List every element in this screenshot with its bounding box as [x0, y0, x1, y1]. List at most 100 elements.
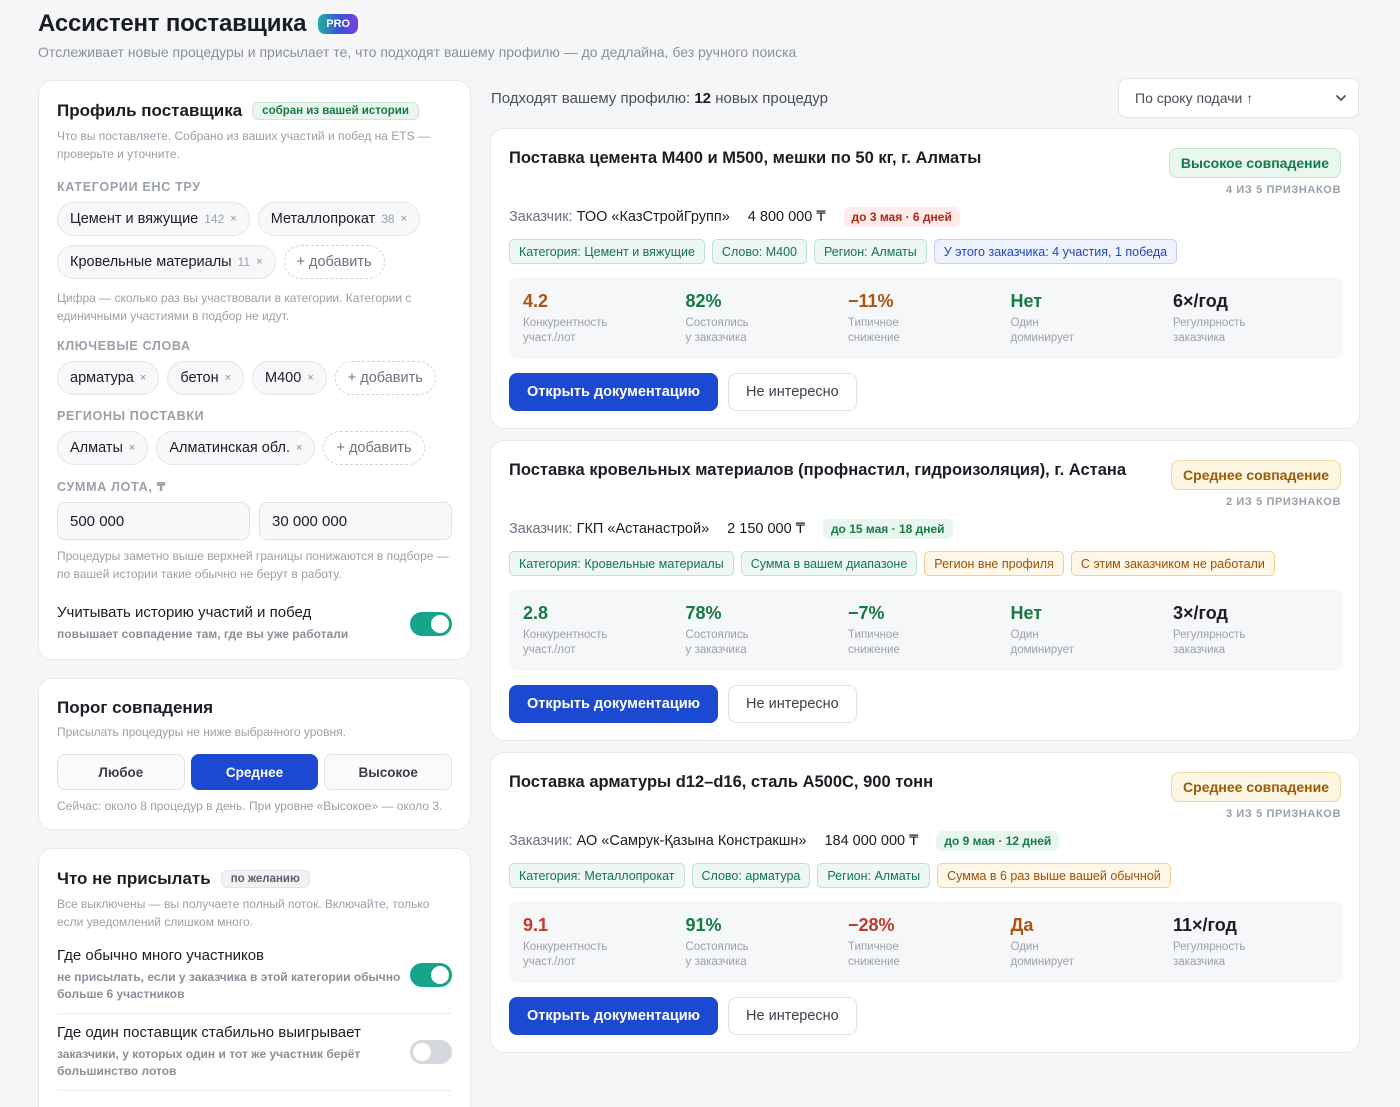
remove-icon[interactable]: × — [307, 372, 313, 384]
metric: Нет Один доминирует — [997, 277, 1160, 359]
metric: Нет Один доминирует — [997, 589, 1160, 671]
match-signs-count: 3 ИЗ 5 ПРИЗНАКОВ — [1226, 808, 1341, 820]
metric: 78% Состоялись у заказчика — [672, 589, 835, 671]
metric-label-line: заказчика — [1173, 332, 1226, 344]
customer-label: Заказчик: — [509, 209, 573, 225]
metric-label-line: участ./лот — [523, 332, 576, 344]
metric: 2.8 Конкурентность участ./лот — [509, 589, 672, 671]
threshold-card: Порог совпадения Присылать процедуры не … — [38, 678, 471, 830]
sum-range: 500 000 30 000 000 — [57, 502, 452, 540]
open-documentation-button[interactable]: Открыть документацию — [509, 685, 719, 723]
match-signs-count: 4 ИЗ 5 ПРИЗНАКОВ — [1226, 184, 1341, 196]
threshold-option-medium[interactable]: Среднее — [190, 754, 319, 790]
metric-label-line: Типичное — [848, 629, 899, 641]
page-subtitle: Отслеживает новые процедуры и присылает … — [38, 44, 797, 60]
open-documentation-button[interactable]: Открыть документацию — [509, 373, 719, 411]
exclude-item: Где один поставщик стабильно выигрывает … — [57, 1024, 452, 1091]
keyword-chip-label: бетон — [180, 370, 219, 386]
metric-value: 82% — [685, 291, 722, 311]
match-reason-tag: Слово: М400 — [711, 239, 808, 264]
procedure-title: Поставка цемента М400 и М500, мешки по 5… — [509, 149, 982, 167]
deadline-badge: до 9 мая · 12 дней — [936, 831, 1060, 851]
procedure-card: Поставка арматуры d12–d16, сталь А500С, … — [490, 752, 1360, 1053]
metric-value: −11% — [848, 291, 894, 311]
not-interested-button[interactable]: Не интересно — [728, 997, 857, 1035]
procedure-actions: Открыть документацию Не интересно — [509, 373, 857, 411]
metric-label: Один доминирует — [1011, 628, 1160, 658]
metric-label: Состоялись у заказчика — [686, 628, 835, 658]
metric-label-line: Типичное — [848, 941, 899, 953]
procedure-card: Поставка цемента М400 и М500, мешки по 5… — [490, 128, 1360, 429]
metric-label-line: Типичное — [848, 317, 899, 329]
not-interested-button[interactable]: Не интересно — [728, 373, 857, 411]
sum-min-input[interactable]: 500 000 — [57, 502, 250, 540]
metric-label-line: Конкурентность — [523, 317, 608, 329]
metric-label-line: у заказчика — [685, 332, 747, 344]
metric-value: 2.8 — [523, 603, 549, 623]
threshold-option-any[interactable]: Любое — [57, 754, 185, 790]
history-toggle[interactable] — [410, 611, 452, 636]
chevron-down-icon — [1336, 95, 1346, 101]
match-reason-tag: Регион: Алматы — [814, 239, 927, 264]
match-reason-tags: Категория: Цемент и вяжущие Слово: М400 Ре… — [509, 239, 1178, 264]
pro-badge: PRO — [318, 14, 359, 34]
sort-select[interactable]: По сроку подачи ↑ — [1118, 78, 1359, 118]
history-title: Учитывать историю участий и побед — [57, 604, 312, 621]
add-category-button[interactable]: + добавить — [283, 245, 385, 279]
metric-label-line: заказчика — [1173, 644, 1226, 656]
toggle-knob — [413, 1043, 431, 1061]
keywords-label: КЛЮЧЕВЫЕ СЛОВА — [57, 339, 191, 353]
threshold-option-high[interactable]: Высокое — [324, 754, 453, 790]
region-chip[interactable]: Алматы × — [57, 431, 149, 465]
sum-max-input[interactable]: 30 000 000 — [259, 502, 452, 540]
not-interested-button[interactable]: Не интересно — [728, 685, 857, 723]
metric-value: −28% — [848, 915, 895, 935]
match-reason-tag: Категория: Кровельные материалы — [509, 551, 734, 576]
history-sub: повышает совпадение там, где вы уже рабо… — [57, 627, 349, 641]
sum-label: СУММА ЛОТА, ₸ — [57, 480, 167, 494]
procedure-card: Поставка кровельных материалов (профнаст… — [490, 440, 1360, 741]
history-row: Учитывать историю участий и побед повыша… — [57, 604, 452, 643]
metric-label-line: у заказчика — [685, 644, 747, 656]
match-badge: Высокое совпадение — [1168, 148, 1341, 178]
remove-icon[interactable]: × — [140, 372, 146, 384]
remove-icon[interactable]: × — [129, 442, 135, 454]
remove-icon[interactable]: × — [256, 256, 262, 268]
category-chip-label: Металлопрокат — [270, 211, 376, 227]
category-chip[interactable]: Металлопрокат 38 × — [257, 202, 421, 236]
metric-label-line: Конкурентность — [523, 941, 608, 953]
exclude-many-participants-toggle[interactable] — [410, 963, 452, 987]
metric: Да Один доминирует — [997, 901, 1160, 983]
categories-label: КАТЕГОРИИ ЕНС ТРУ — [57, 180, 201, 194]
metric: −7% Типичное снижение — [834, 589, 997, 671]
metric-label-line: снижение — [848, 332, 900, 344]
results-count-suffix: новых процедур — [715, 90, 828, 107]
metric-label-line: снижение — [848, 644, 900, 656]
remove-icon[interactable]: × — [230, 213, 236, 225]
add-keyword-button[interactable]: + добавить — [334, 361, 436, 395]
add-region-button[interactable]: + добавить — [323, 431, 425, 465]
metric: 6×/год Регулярность заказчика — [1159, 277, 1322, 359]
metric-label-line: участ./лот — [523, 956, 576, 968]
keyword-chip[interactable]: арматура × — [57, 361, 160, 395]
category-chip[interactable]: Кровельные материалы 11 × — [57, 245, 276, 279]
metric-label: Конкурентность участ./лот — [523, 316, 672, 346]
keyword-chip[interactable]: М400 × — [252, 361, 327, 395]
category-chip[interactable]: Цемент и вяжущие 142 × — [57, 202, 250, 236]
procedure-customer-row: Заказчик: ГКП «Астанастрой» 2 150 000 ₸ … — [509, 519, 953, 539]
remove-icon[interactable]: × — [401, 213, 407, 225]
region-chip-label: Алматы — [70, 440, 123, 456]
keyword-chip[interactable]: бетон × — [167, 361, 245, 395]
match-reason-tag: С этим заказчиком не работали — [1070, 551, 1275, 576]
threshold-note: Сейчас: около 8 процедур в день. При уро… — [57, 799, 443, 813]
exclude-card: Что не присылать по желанию Все выключен… — [38, 848, 471, 1107]
metric: 9.1 Конкурентность участ./лот — [509, 901, 672, 983]
open-documentation-button[interactable]: Открыть документацию — [509, 997, 719, 1035]
region-chip[interactable]: Алматинская обл. × — [156, 431, 316, 465]
remove-icon[interactable]: × — [225, 372, 231, 384]
metric: 91% Состоялись у заказчика — [672, 901, 835, 983]
exclude-item-title: Где один поставщик стабильно выигрывает — [57, 1024, 361, 1041]
exclude-dominant-supplier-toggle[interactable] — [410, 1040, 452, 1064]
remove-icon[interactable]: × — [296, 442, 302, 454]
metric-label-line: Регулярность — [1173, 629, 1246, 641]
